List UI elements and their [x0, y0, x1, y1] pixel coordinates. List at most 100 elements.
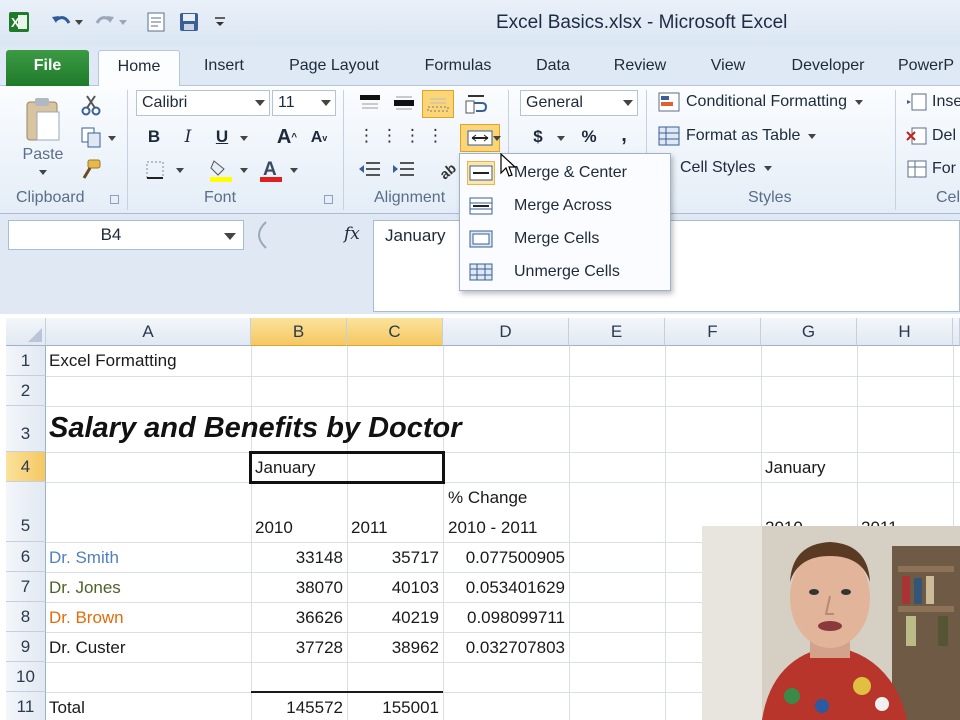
cell-c5[interactable]: 2011 [351, 518, 388, 538]
cell-a7[interactable]: Dr. Jones [49, 578, 121, 598]
paste-label[interactable]: Paste [20, 144, 66, 166]
merge-dropdown-icon[interactable] [493, 136, 501, 141]
cell-c11[interactable]: 155001 [347, 698, 439, 718]
tab-data[interactable]: Data [524, 50, 582, 86]
grow-font-icon[interactable]: A ^ [274, 124, 300, 150]
bold-icon[interactable]: B [142, 124, 166, 150]
wrap-text-icon[interactable] [460, 90, 492, 118]
row-header-10[interactable]: 10 [6, 662, 46, 692]
currency-dropdown-icon[interactable] [557, 136, 565, 141]
menu-item-merge-cells[interactable]: Merge Cells [464, 224, 668, 254]
cell-b5[interactable]: 2010 [255, 518, 293, 538]
column-header-e[interactable]: E [569, 318, 665, 346]
menu-item-unmerge-cells[interactable]: Unmerge Cells [464, 257, 668, 287]
column-header-h[interactable]: H [857, 318, 953, 346]
cell-a8[interactable]: Dr. Brown [49, 608, 124, 628]
redo-dropdown-icon[interactable] [116, 11, 130, 33]
cell-styles-button[interactable]: Cell Styles [680, 159, 772, 177]
insert-cells-button[interactable]: Inse [906, 92, 960, 112]
row-header-2[interactable]: 2 [6, 376, 46, 406]
tab-developer[interactable]: Developer [776, 50, 880, 86]
borders-icon[interactable] [142, 158, 168, 182]
tab-home[interactable]: Home [98, 50, 180, 87]
cell-b9[interactable]: 37728 [251, 638, 343, 658]
cell-b6[interactable]: 33148 [251, 548, 343, 568]
print-preview-icon[interactable] [145, 11, 167, 33]
conditional-formatting-button[interactable]: Conditional Formatting [658, 92, 863, 112]
cell-a3-title[interactable]: Salary and Benefits by Doctor [49, 412, 462, 445]
undo-dropdown-icon[interactable] [72, 11, 86, 33]
fill-color-dropdown-icon[interactable] [240, 168, 248, 173]
cell-d8[interactable]: 0.098099711 [443, 608, 565, 628]
tab-powerpivot[interactable]: PowerP [898, 50, 960, 86]
horizontal-align-icons[interactable]: ⋮⋮⋮⋮ [358, 124, 444, 148]
cell-b4[interactable]: January [255, 458, 315, 478]
cell-c7[interactable]: 40103 [347, 578, 439, 598]
cell-d9[interactable]: 0.032707803 [443, 638, 565, 658]
borders-dropdown-icon[interactable] [176, 168, 184, 173]
font-name-combo[interactable]: Calibri [136, 90, 270, 116]
cell-c6[interactable]: 35717 [347, 548, 439, 568]
tab-review[interactable]: Review [600, 50, 680, 86]
column-header-f[interactable]: F [665, 318, 761, 346]
cell-a6[interactable]: Dr. Smith [49, 548, 119, 568]
select-all-corner[interactable] [6, 318, 46, 346]
tab-insert[interactable]: Insert [190, 50, 258, 86]
bottom-align-icon[interactable] [422, 90, 454, 118]
underline-dropdown-icon[interactable] [240, 136, 248, 141]
percent-icon[interactable]: % [576, 124, 602, 150]
row-header-9[interactable]: 9 [6, 632, 46, 662]
tab-formulas[interactable]: Formulas [410, 50, 506, 86]
italic-icon[interactable]: I [176, 124, 200, 150]
underline-icon[interactable]: U [210, 124, 234, 150]
row-header-7[interactable]: 7 [6, 572, 46, 602]
font-launcher-icon[interactable] [324, 195, 333, 204]
font-color-dropdown-icon[interactable] [290, 168, 298, 173]
column-header-a[interactable]: A [46, 318, 251, 346]
paste-dropdown-icon[interactable] [39, 170, 47, 175]
cell-c9[interactable]: 38962 [347, 638, 439, 658]
cell-d5[interactable]: 2010 - 2011 [448, 518, 537, 538]
cell-d5-heading[interactable]: % Change [448, 488, 527, 508]
menu-item-merge-across[interactable]: Merge Across [464, 191, 668, 221]
column-header-b[interactable]: B [251, 318, 347, 346]
currency-icon[interactable]: $ [526, 124, 550, 150]
column-header-g[interactable]: G [761, 318, 857, 346]
tab-page-layout[interactable]: Page Layout [274, 50, 394, 86]
tab-view[interactable]: View [697, 50, 759, 86]
cut-icon[interactable] [78, 92, 104, 118]
cell-a11[interactable]: Total [49, 698, 85, 718]
delete-cells-button[interactable]: Del [906, 126, 956, 146]
format-painter-icon[interactable] [78, 156, 104, 182]
increase-indent-icon[interactable] [388, 156, 420, 182]
fill-color-icon[interactable] [206, 156, 236, 184]
row-header-3[interactable]: 3 [6, 406, 46, 452]
shrink-font-icon[interactable]: Av [306, 126, 332, 150]
row-header-11[interactable]: 11 [6, 692, 46, 720]
number-format-combo[interactable]: General [520, 90, 638, 116]
copy-icon[interactable] [78, 124, 104, 150]
comma-style-icon[interactable]: , [612, 122, 636, 148]
column-header-c[interactable]: C [347, 318, 443, 346]
font-color-icon[interactable]: A [256, 156, 286, 184]
format-as-table-button[interactable]: Format as Table [658, 126, 817, 146]
decrease-indent-icon[interactable] [354, 156, 386, 182]
cell-d6[interactable]: 0.077500905 [443, 548, 565, 568]
name-box[interactable]: B4 [8, 220, 244, 250]
column-header-d[interactable]: D [443, 318, 569, 346]
font-size-combo[interactable]: 11 [272, 90, 336, 116]
middle-align-icon[interactable] [390, 90, 418, 116]
row-header-8[interactable]: 8 [6, 602, 46, 632]
row-header-6[interactable]: 6 [6, 542, 46, 572]
row-header-4[interactable]: 4 [6, 452, 46, 482]
tab-file[interactable]: File [6, 50, 89, 86]
insert-function-icon[interactable]: fx [344, 224, 360, 244]
cell-b8[interactable]: 36626 [251, 608, 343, 628]
redo-icon[interactable] [94, 11, 116, 33]
save-icon[interactable] [178, 11, 200, 33]
cell-b11[interactable]: 145572 [251, 698, 343, 718]
menu-item-merge-center[interactable]: Merge & Center [464, 158, 668, 188]
cell-g4[interactable]: January [765, 458, 825, 478]
format-cells-button[interactable]: For [906, 159, 956, 179]
cell-d7[interactable]: 0.053401629 [443, 578, 565, 598]
